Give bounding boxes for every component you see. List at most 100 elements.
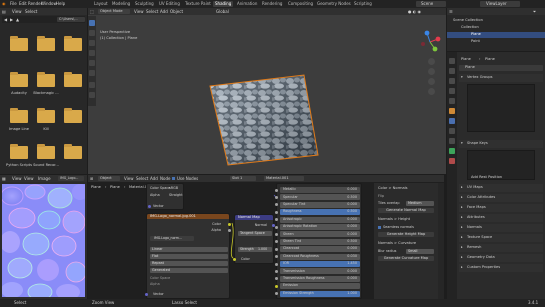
expand-chevron-icon[interactable]: ▸	[461, 225, 463, 229]
bsdf-input-socket[interactable]	[275, 292, 278, 296]
output-tab-icon[interactable]	[449, 78, 455, 84]
expand-chevron-icon[interactable]: ▸	[461, 205, 463, 209]
world-tab-icon[interactable]	[449, 98, 455, 104]
point-light-item[interactable]: Point	[471, 39, 480, 44]
folder-item[interactable]	[60, 34, 86, 64]
folder-item[interactable]	[60, 142, 86, 172]
bsdf-input-row[interactable]: Transmission Roughness 0.000	[275, 275, 360, 282]
object-tab-icon[interactable]	[449, 108, 455, 114]
editor-type-icon[interactable]: ☰	[449, 9, 453, 14]
property-panel-header[interactable]: ▸ Geometry Data	[459, 254, 543, 262]
blender-logo-icon[interactable]: ◉	[2, 2, 6, 6]
bsdf-input-socket[interactable]	[275, 225, 278, 229]
bsdf-input-row[interactable]: Metallic 0.000	[275, 187, 360, 193]
select-tool-icon[interactable]	[89, 20, 95, 26]
blur-radius-dropdown[interactable]: Small	[406, 249, 434, 254]
generate-normal-map-button[interactable]: Generate Normal Map	[378, 208, 434, 213]
expand-chevron-icon[interactable]: ▸	[461, 245, 463, 249]
modifier-tab-icon[interactable]	[449, 118, 455, 124]
view-layer-selector[interactable]: ViewLayer	[480, 1, 520, 7]
menu-image[interactable]: Image	[38, 176, 51, 181]
color-normals-header[interactable]: Color > Normals	[378, 186, 408, 191]
tab-layout[interactable]: Layout	[92, 1, 110, 7]
navigation-gizmo[interactable]	[418, 30, 442, 54]
tab-animation[interactable]: Animation	[235, 1, 259, 7]
scene-collection-item[interactable]: Scene Collection	[453, 18, 483, 23]
seamless-checkbox[interactable]	[378, 226, 381, 229]
expand-chevron-icon[interactable]: ▾	[461, 141, 463, 145]
tab-rendering[interactable]: Rendering	[260, 1, 284, 7]
expand-chevron-icon[interactable]: ▸	[461, 235, 463, 239]
tab-modeling[interactable]: Modeling	[110, 1, 132, 7]
editor-type-icon[interactable]: ▦	[2, 176, 6, 181]
scene-tab-icon[interactable]	[449, 88, 455, 94]
tiles-overlap-dropdown[interactable]: Medium	[406, 201, 434, 206]
tab-compositing[interactable]: Compositing	[286, 1, 315, 7]
tab-sculpting[interactable]: Sculpting	[133, 1, 156, 7]
menu-window[interactable]: Window	[41, 2, 57, 6]
material-tab-icon[interactable]	[449, 158, 455, 164]
menu-edit[interactable]: Edit	[19, 2, 27, 6]
property-panel-header[interactable]: ▸ Custom Properties	[459, 264, 543, 272]
image-selector[interactable]: IMG_Logo...	[58, 176, 84, 181]
folder-item[interactable]: Blackmagic ...	[33, 70, 59, 100]
menu-view[interactable]: View	[134, 9, 144, 14]
folder-item[interactable]: Audacity	[6, 70, 32, 100]
property-panel-header[interactable]: ▸ Texture Space	[459, 234, 543, 242]
folder-item[interactable]: Sound Recor...	[33, 142, 59, 172]
bsdf-input-socket[interactable]	[275, 203, 278, 207]
bsdf-input-socket[interactable]	[275, 255, 278, 259]
menu-view-2[interactable]: View	[24, 176, 34, 181]
folder-item[interactable]	[33, 34, 59, 64]
menu-view[interactable]: View	[12, 9, 22, 14]
tab-uv-editing[interactable]: UV Editing	[157, 1, 182, 7]
collection-item[interactable]: Collection	[461, 25, 479, 30]
bsdf-input-row[interactable]: Transmission 0.000	[275, 268, 360, 275]
generate-height-map-button[interactable]: Generate Height Map	[378, 232, 434, 237]
bsdf-input-socket[interactable]	[275, 247, 278, 251]
property-panel-header[interactable]: ▸ Color Attributes	[459, 194, 543, 202]
bsdf-input-row[interactable]: IOR 1.450	[275, 261, 360, 267]
annotate-tool-icon[interactable]	[89, 82, 95, 88]
transform-orientation[interactable]: Global	[216, 9, 229, 14]
bsdf-input-socket[interactable]	[275, 195, 278, 199]
object-mode-dropdown[interactable]: Object Mode	[98, 9, 130, 14]
tool-tab-icon[interactable]	[449, 58, 455, 64]
expand-chevron-icon[interactable]: ▾	[461, 75, 463, 79]
filter-icon[interactable]: ⏷	[533, 9, 536, 14]
expand-chevron-icon[interactable]: ▸	[461, 265, 463, 269]
bsdf-input-socket[interactable]	[275, 284, 278, 288]
tab-geometry-nodes[interactable]: Geometry Nodes	[315, 1, 353, 7]
bsdf-input-row[interactable]: Specular 0.500	[275, 194, 360, 201]
nav-back-icon[interactable]: ◀	[4, 17, 7, 22]
expand-chevron-icon[interactable]: ▸	[461, 215, 463, 219]
property-panel-header[interactable]: ▾ Vertex Groups	[459, 74, 543, 82]
tab-scripting[interactable]: Scripting	[352, 1, 374, 7]
folder-item[interactable]	[60, 106, 86, 136]
bsdf-input-socket[interactable]	[275, 188, 278, 192]
stone-plane-mesh[interactable]	[188, 53, 338, 173]
path-field[interactable]: C:\Users\...	[57, 17, 85, 22]
data-tab-icon[interactable]	[449, 148, 455, 154]
bsdf-input-row[interactable]: Emission	[275, 283, 360, 290]
menu-help[interactable]: Help	[56, 2, 65, 6]
bsdf-input-row[interactable]: Sheen Tint 0.500	[275, 238, 360, 245]
nav-up-icon[interactable]: ▲	[16, 17, 19, 22]
sidebar-tabs[interactable]	[438, 183, 444, 299]
bsdf-input-socket[interactable]	[275, 210, 278, 214]
bsdf-input-row[interactable]: Roughness 0.500	[275, 209, 360, 216]
transform-tool-icon[interactable]	[89, 70, 95, 76]
rotate-tool-icon[interactable]	[89, 50, 95, 56]
viewport-shading-icon[interactable]: ● ◐ ◉	[408, 9, 421, 14]
plane-item-row[interactable]: Plane	[447, 32, 545, 38]
folder-item[interactable]: Image Line	[6, 106, 32, 136]
measure-tool-icon[interactable]	[89, 92, 95, 98]
expand-chevron-icon[interactable]: ▸	[461, 195, 463, 199]
mesh-datablock-field[interactable]: Plane	[459, 65, 543, 71]
vertex-groups-list[interactable]	[467, 84, 535, 132]
render-tab-icon[interactable]	[449, 68, 455, 74]
tab-shading[interactable]: Shading	[213, 1, 234, 7]
property-panel-header[interactable]: ▸ Normals	[459, 224, 543, 232]
bsdf-input-row[interactable]: Anisotropic Rotation 0.000	[275, 224, 360, 230]
bsdf-input-socket[interactable]	[275, 269, 278, 273]
